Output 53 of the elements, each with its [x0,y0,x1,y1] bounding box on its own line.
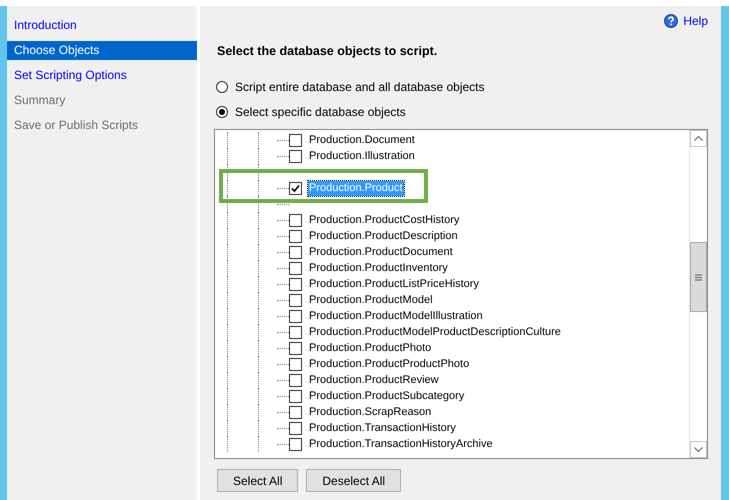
tree-item[interactable]: Production.ProductInventory [308,260,449,276]
tree-item[interactable]: Production.ProductReview [308,372,440,388]
tree-item[interactable]: Production.ProductDescription [308,228,459,244]
tree-item[interactable]: Production.ProductModelProductDescriptionCulture [308,324,562,340]
sidebar-item[interactable]: Choose Objects [7,41,197,60]
checkbox[interactable] [289,310,302,322]
checkbox[interactable] [289,230,302,242]
checkbox[interactable] [289,374,302,386]
checkbox[interactable] [289,150,302,162]
scroll-down-icon[interactable] [694,447,703,452]
tree-item[interactable]: Production.ProductModel [308,292,434,308]
sidebar-item: Save or Publish Scripts [13,117,140,134]
tree-item[interactable]: Production.ProductListPriceHistory [308,276,480,292]
action-button[interactable]: Deselect All [306,469,402,492]
tree-item[interactable]: Production.ProductProductPhoto [308,356,470,372]
checkbox[interactable] [289,246,302,258]
radio-label: Script entire database and all database objects [235,80,484,94]
tree-item[interactable]: Production.Illustration [308,148,416,164]
checkbox[interactable] [289,134,302,146]
tree-item[interactable]: Production.TransactionHistoryArchive [308,436,494,452]
checkbox[interactable] [289,326,302,338]
checkbox[interactable] [289,278,302,290]
checkbox[interactable] [289,214,302,226]
sidebar-item: Summary [13,92,66,109]
checkbox[interactable] [289,342,302,354]
radio-button[interactable] [216,81,228,93]
tree-item[interactable]: Production.Document [308,132,416,148]
radio-label: Select specific database objects [235,105,406,119]
sidebar-item[interactable]: Set Scripting Options [7,63,197,88]
checkbox[interactable] [289,438,302,450]
checkbox[interactable] [289,422,302,434]
radio-button[interactable] [216,106,228,118]
tree-item[interactable]: Production.ProductPhoto [308,340,432,356]
tree-item[interactable]: Production.ProductModelIllustration [308,308,484,324]
help-icon[interactable] [664,14,678,28]
checkbox[interactable] [289,262,302,274]
grip-icon[interactable] [695,274,702,280]
section-heading: Select the database objects to script. [217,44,438,58]
checkbox[interactable] [289,182,302,194]
tree-item[interactable]: Production.ProductSubcategory [308,388,466,404]
action-button[interactable]: Select All [217,469,298,492]
scrollbar[interactable] [689,130,707,458]
checkbox[interactable] [289,406,302,418]
checkbox[interactable] [289,294,302,306]
sidebar-item[interactable]: Introduction [7,13,197,38]
tree-item[interactable]: Production.TransactionHistory [308,420,457,436]
checkbox[interactable] [289,390,302,402]
tree-item[interactable]: Production.ProductDocument [308,244,454,260]
tree-item[interactable]: Production.ProductCostHistory [308,212,460,228]
help-link[interactable]: Help [683,14,708,28]
checkbox[interactable] [289,358,302,370]
tree-item[interactable]: Production.ScrapReason [308,404,432,420]
scroll-up-icon[interactable] [694,136,703,141]
